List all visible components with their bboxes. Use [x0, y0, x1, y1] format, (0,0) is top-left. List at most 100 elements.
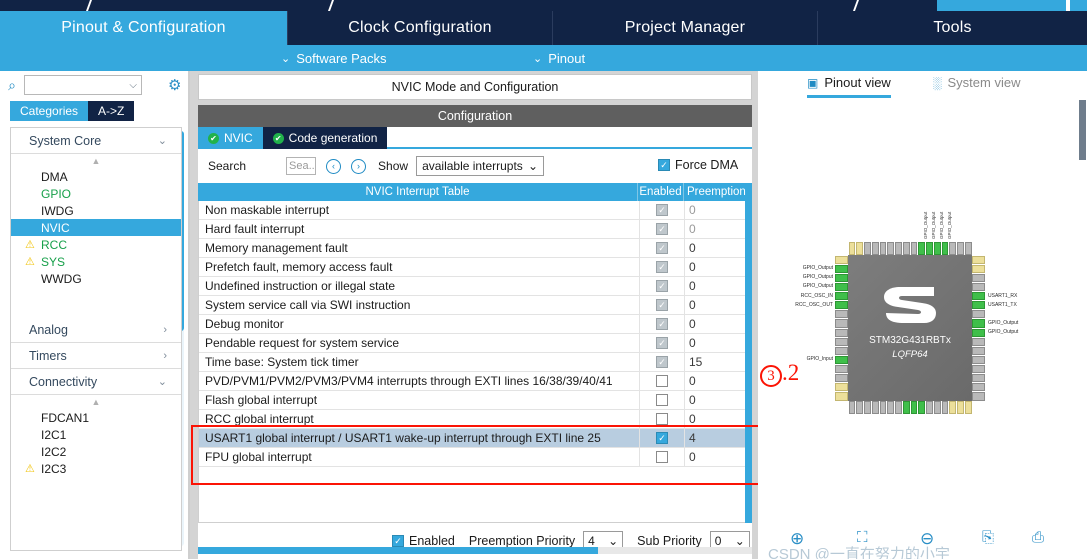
table-row[interactable]: Pendable request for system service ✓ 0: [199, 333, 751, 353]
prev-match-icon[interactable]: ‹: [326, 158, 342, 174]
pin-right-10[interactable]: [972, 346, 985, 355]
enabled-cell[interactable]: ✓: [639, 352, 685, 372]
toggle-a-to-z[interactable]: A->Z: [88, 101, 135, 121]
pin-left-4[interactable]: [835, 292, 848, 301]
sidebar-item-i2c3[interactable]: ⚠ I2C3: [11, 460, 181, 477]
pin-right-3[interactable]: [972, 282, 985, 291]
pin-right-12[interactable]: [972, 365, 985, 374]
column-header-name[interactable]: NVIC Interrupt Table: [198, 183, 638, 201]
pin-left-15[interactable]: [835, 392, 848, 401]
pin-top-4[interactable]: [879, 242, 887, 255]
preemption-priority-cell[interactable]: 0: [685, 450, 751, 464]
pin-right-15[interactable]: [972, 392, 985, 401]
pin-left-10[interactable]: [835, 346, 848, 355]
pin-right-1[interactable]: [972, 264, 985, 273]
pin-right-8[interactable]: [972, 328, 985, 337]
pin-right-14[interactable]: [972, 383, 985, 392]
enabled-checkbox[interactable]: ✓ Enabled: [392, 534, 455, 548]
sidebar-search-input[interactable]: ⌵: [24, 75, 142, 95]
pin-bottom-1[interactable]: [856, 401, 863, 414]
sidebar-item-rcc[interactable]: ⚠ RCC: [11, 236, 181, 253]
pin-top-7[interactable]: [902, 242, 910, 255]
pin-bottom-5[interactable]: [887, 401, 894, 414]
sidebar-item-dma[interactable]: DMA: [11, 168, 181, 185]
search-input[interactable]: Sea...: [286, 157, 317, 175]
table-row[interactable]: USART1 global interrupt / USART1 wake-up…: [199, 428, 751, 448]
pin-right-7[interactable]: [972, 319, 985, 328]
software-packs-menu[interactable]: ⌄ Software Packs: [281, 45, 387, 71]
sidebar-item-i2c2[interactable]: I2C2: [11, 443, 181, 460]
pin-top-12[interactable]: [941, 242, 949, 255]
table-row[interactable]: Prefetch fault, memory access fault ✓ 0: [199, 257, 751, 277]
table-row[interactable]: Flash global interrupt 0: [199, 390, 751, 410]
enabled-cell[interactable]: ✓: [639, 219, 685, 239]
pin-left-3[interactable]: [835, 282, 848, 291]
tab-project-manager[interactable]: Project Manager: [553, 11, 818, 45]
enabled-cell[interactable]: ✓: [639, 238, 685, 258]
tab-nvic[interactable]: ✔ NVIC: [198, 127, 263, 149]
pin-right-0[interactable]: [972, 255, 985, 264]
pin-left-12[interactable]: [835, 365, 848, 374]
enabled-cell[interactable]: ✓: [639, 333, 685, 353]
toggle-categories[interactable]: Categories: [10, 101, 89, 121]
pin-top-15[interactable]: [964, 242, 972, 255]
pin-top-10[interactable]: [926, 242, 933, 255]
pin-left-14[interactable]: [835, 383, 848, 392]
pin-bottom-2[interactable]: [864, 401, 871, 414]
preemption-priority-cell[interactable]: 0: [685, 203, 751, 217]
enabled-cell[interactable]: [639, 390, 685, 410]
sidebar-item-iwdg[interactable]: IWDG: [11, 202, 181, 219]
pin-right-13[interactable]: [972, 374, 985, 383]
pin-top-5[interactable]: [887, 242, 894, 255]
tree-scroll-up-indicator[interactable]: ▲: [11, 154, 181, 168]
pin-bottom-7[interactable]: [902, 401, 910, 414]
table-row[interactable]: Hard fault interrupt ✓ 0: [199, 219, 751, 239]
enabled-cell[interactable]: ✓: [639, 295, 685, 315]
pin-top-9[interactable]: [918, 242, 925, 255]
pin-left-5[interactable]: [835, 301, 848, 310]
pin-left-7[interactable]: [835, 319, 848, 328]
sidebar-item-i2c1[interactable]: I2C1: [11, 426, 181, 443]
horizontal-scrollbar-thumb[interactable]: [198, 547, 598, 554]
preemption-priority-cell[interactable]: 0: [685, 241, 751, 255]
pin-left-6[interactable]: [835, 310, 848, 319]
pin-top-14[interactable]: [957, 242, 964, 255]
pin-left-11[interactable]: [835, 355, 848, 364]
pin-top-3[interactable]: [871, 242, 879, 255]
sidebar-item-gpio[interactable]: GPIO: [11, 185, 181, 202]
table-row[interactable]: Undefined instruction or illegal state ✓ 0: [199, 276, 751, 296]
enabled-cell[interactable]: [639, 409, 685, 429]
sidebar-group-connectivity[interactable]: Connectivity ⌄: [11, 369, 181, 395]
pin-top-1[interactable]: [856, 242, 863, 255]
preemption-priority-cell[interactable]: 0: [685, 317, 751, 331]
right-vertical-scrollbar[interactable]: [1079, 100, 1086, 160]
pinout-menu[interactable]: ⌄ Pinout: [533, 45, 585, 71]
preemption-priority-cell[interactable]: 0: [685, 279, 751, 293]
enabled-cell[interactable]: ✓: [639, 276, 685, 296]
pin-left-9[interactable]: [835, 337, 848, 346]
pin-top-13[interactable]: [949, 242, 956, 255]
table-row[interactable]: RCC global interrupt 0: [199, 409, 751, 429]
preemption-priority-cell[interactable]: 0: [685, 260, 751, 274]
chip-diagram[interactable]: STM32G431RBTx LQFP64 GPIO_Output GPIO_Out…: [760, 103, 1087, 523]
table-row[interactable]: Memory management fault ✓ 0: [199, 238, 751, 258]
sidebar-item-nvic[interactable]: NVIC: [11, 219, 181, 236]
enabled-cell[interactable]: ✓: [639, 428, 685, 448]
pin-top-8[interactable]: [910, 242, 918, 255]
pin-right-6[interactable]: [972, 310, 985, 319]
pin-bottom-0[interactable]: [848, 401, 856, 414]
pin-bottom-6[interactable]: [895, 401, 902, 414]
enabled-cell[interactable]: [639, 371, 685, 391]
sidebar-group-system-core[interactable]: System Core ⌄: [11, 128, 181, 154]
preemption-priority-cell[interactable]: 0: [685, 393, 751, 407]
tab-clock-configuration[interactable]: Clock Configuration: [288, 11, 553, 45]
pin-bottom-9[interactable]: [918, 401, 925, 414]
enabled-cell[interactable]: ✓: [639, 201, 685, 220]
gear-icon[interactable]: ⚙: [168, 76, 181, 94]
preemption-priority-cell[interactable]: 0: [685, 222, 751, 236]
table-row[interactable]: System service call via SWI instruction ✓…: [199, 295, 751, 315]
preemption-priority-cell[interactable]: 0: [685, 298, 751, 312]
tab-system-view[interactable]: ░ System view: [933, 75, 1020, 90]
table-row[interactable]: PVD/PVM1/PVM2/PVM3/PVM4 interrupts throu…: [199, 371, 751, 391]
pin-left-1[interactable]: [835, 264, 848, 273]
